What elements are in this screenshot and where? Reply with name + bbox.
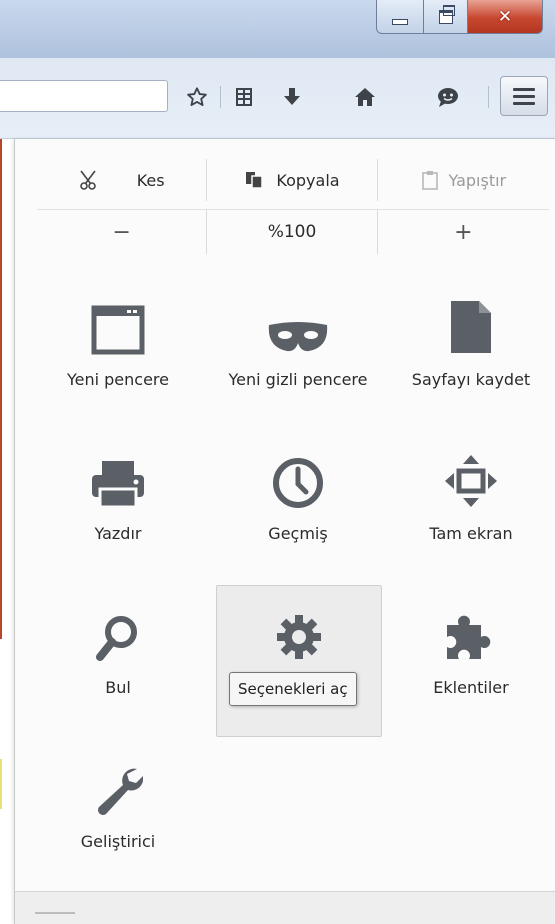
magnifier-icon <box>96 616 137 661</box>
close-icon: ✕ <box>497 6 513 27</box>
fullscreen-icon <box>445 455 497 507</box>
cut-label: Kes <box>136 170 165 190</box>
addons-label: Eklentiler <box>433 678 509 697</box>
gear-icon <box>277 615 321 659</box>
history-label: Geçmiş <box>268 524 328 543</box>
zoom-controls: − %100 + <box>37 209 549 254</box>
addons-button[interactable]: Eklentiler <box>388 587 554 739</box>
developer-label: Geliştirici <box>80 832 156 851</box>
minimize-button[interactable] <box>376 0 424 34</box>
page-icon <box>451 301 491 353</box>
copy-button[interactable]: Kopyala <box>206 159 376 201</box>
chat-icon[interactable] <box>431 80 465 114</box>
zoom-value: %100 <box>267 222 317 242</box>
scissors-icon <box>79 170 96 190</box>
clock-icon <box>273 458 323 508</box>
zoom-out-button[interactable]: − <box>37 210 206 254</box>
toolbar-separator <box>488 86 489 108</box>
zoom-in-button[interactable]: + <box>376 210 549 254</box>
new-window-label: Yeni pencere <box>66 370 169 389</box>
save-page-button[interactable]: Sayfayı kaydet <box>388 279 554 431</box>
paste-label: Yapıştır <box>448 170 507 190</box>
zoom-reset-button[interactable]: %100 <box>206 210 376 254</box>
cut-button[interactable]: Kes <box>37 159 206 201</box>
reading-list-icon[interactable] <box>227 80 261 114</box>
printer-icon <box>92 461 144 509</box>
print-label: Yazdır <box>94 524 142 543</box>
menu-footer <box>15 891 555 924</box>
copy-icon <box>246 172 264 189</box>
fullscreen-label: Tam ekran <box>429 524 513 543</box>
url-bar[interactable] <box>0 80 168 112</box>
toolbar-separator <box>220 86 221 108</box>
minimize-icon <box>392 18 408 25</box>
history-button[interactable]: Geçmiş <box>215 433 381 585</box>
new-private-window-label: Yeni gizli pencere <box>228 370 368 389</box>
print-button[interactable]: Yazdır <box>35 433 201 585</box>
mask-icon <box>268 322 328 352</box>
download-icon[interactable] <box>275 80 309 114</box>
options-button[interactable] <box>216 585 382 737</box>
options-tooltip: Seçenekleri aç <box>229 672 357 706</box>
wrench-icon <box>98 768 143 815</box>
bookmark-star-icon[interactable] <box>180 80 214 114</box>
developer-button[interactable]: Geliştirici <box>35 741 201 893</box>
hamburger-menu-icon <box>513 87 535 91</box>
window-title-bar: ✕ <box>0 0 555 58</box>
paste-button[interactable]: Yapıştır <box>376 159 549 201</box>
find-button[interactable]: Bul <box>35 587 201 739</box>
window-controls: ✕ <box>376 0 555 36</box>
window-icon <box>91 305 145 355</box>
copy-label: Kopyala <box>276 170 340 190</box>
edit-controls: Kes Kopyala Yapıştır <box>37 159 549 201</box>
restore-icon <box>438 4 455 24</box>
new-private-window-button[interactable]: Yeni gizli pencere <box>215 279 381 431</box>
save-page-label: Sayfayı kaydet <box>411 370 531 389</box>
puzzle-icon <box>447 615 491 659</box>
find-label: Bul <box>105 678 131 697</box>
fullscreen-button[interactable]: Tam ekran <box>388 433 554 585</box>
close-window-button[interactable]: ✕ <box>468 0 543 34</box>
zoom-in-label: + <box>454 219 473 245</box>
hamburger-menu-button[interactable] <box>500 76 548 116</box>
main-menu-panel: Kes Kopyala Yapıştır − %100 + Yeni pence… <box>14 139 555 924</box>
restore-button[interactable] <box>424 0 468 34</box>
new-window-button[interactable]: Yeni pencere <box>35 279 201 431</box>
page-content-edge <box>0 139 14 924</box>
home-icon[interactable] <box>348 80 382 114</box>
clipboard-icon <box>421 171 438 190</box>
zoom-out-label: − <box>112 219 131 245</box>
navigation-toolbar <box>0 58 555 139</box>
